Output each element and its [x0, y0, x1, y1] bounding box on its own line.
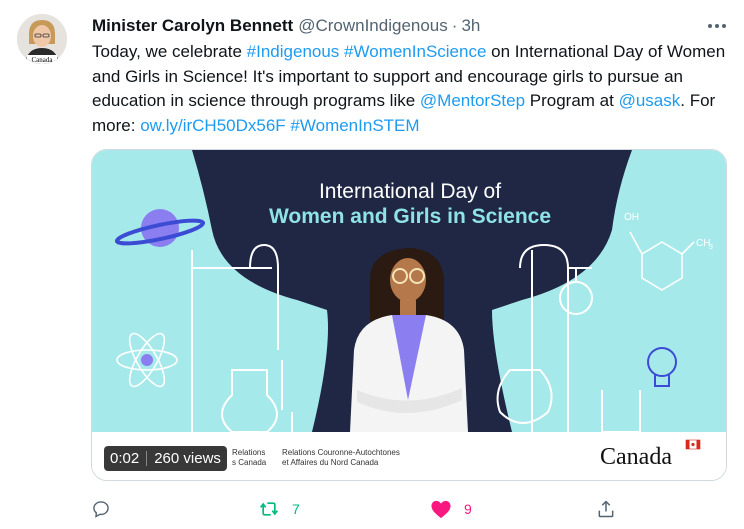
tweet-link[interactable]: #WomenInSTEM — [290, 116, 419, 135]
reply-icon — [93, 501, 109, 518]
tweet-timestamp[interactable]: 3h — [461, 16, 480, 36]
display-name[interactable]: Minister Carolyn Bennett — [92, 16, 293, 36]
chem-oh: OH — [624, 212, 639, 223]
user-handle[interactable]: @CrownIndigenous — [298, 16, 448, 36]
video-title-line1: International Day of — [319, 180, 501, 203]
retweet-button[interactable]: 7 — [258, 494, 300, 524]
more-dots-icon[interactable] — [705, 14, 729, 38]
share-button[interactable] — [596, 494, 616, 524]
video-player[interactable]: International Day of Women and Girls in … — [91, 149, 727, 481]
tweet-link[interactable]: #WomenInScience — [344, 42, 486, 61]
footer-en-line2: s Canada — [232, 458, 267, 467]
like-button[interactable]: 9 — [430, 494, 472, 524]
avatar-caption: Canada — [32, 56, 54, 64]
footer-fr-line1: Relations Couronne-Autochtones — [282, 448, 400, 457]
avatar-image: Canada — [17, 14, 67, 64]
video-thumbnail: International Day of Women and Girls in … — [92, 150, 726, 480]
reply-button[interactable] — [91, 494, 111, 524]
video-stats-badge: 0:02 260 views — [104, 446, 227, 471]
tweet-actions: 7 9 — [0, 494, 744, 524]
flag-icon — [685, 439, 701, 450]
tweet-text-segment: Today, we celebrate — [92, 42, 247, 61]
footer-en-line1: Relations — [232, 448, 265, 457]
header-separator: · — [451, 16, 458, 35]
tweet-link[interactable]: @MentorStep — [420, 91, 525, 110]
retweet-icon — [260, 502, 278, 516]
share-icon — [598, 500, 614, 518]
retweet-count: 7 — [292, 501, 300, 517]
avatar[interactable]: Canada — [17, 14, 67, 64]
tweet-text: Today, we celebrate #Indigenous #WomenIn… — [92, 40, 728, 138]
tweet-link[interactable]: ow.ly/irCH50Dx56F — [140, 116, 286, 135]
tweet[interactable]: Canada Minister Carolyn Bennett @CrownIn… — [0, 0, 744, 529]
tweet-header: Minister Carolyn Bennett @CrownIndigenou… — [92, 14, 480, 38]
tweet-link[interactable]: #Indigenous — [247, 42, 340, 61]
chem-sub: 3 — [709, 244, 713, 251]
tweet-text-segment: Program at — [525, 91, 619, 110]
canada-wordmark: Canada — [600, 444, 672, 470]
video-time: 0:02 — [110, 450, 140, 467]
badge-divider — [146, 451, 148, 466]
video-title-line2: Women and Girls in Science — [269, 205, 551, 228]
footer-fr-line2: et Affaires du Nord Canada — [282, 458, 379, 467]
like-count: 9 — [464, 501, 472, 517]
video-views: 260 views — [154, 450, 221, 467]
heart-icon — [431, 500, 451, 519]
tweet-link[interactable]: @usask — [619, 91, 681, 110]
